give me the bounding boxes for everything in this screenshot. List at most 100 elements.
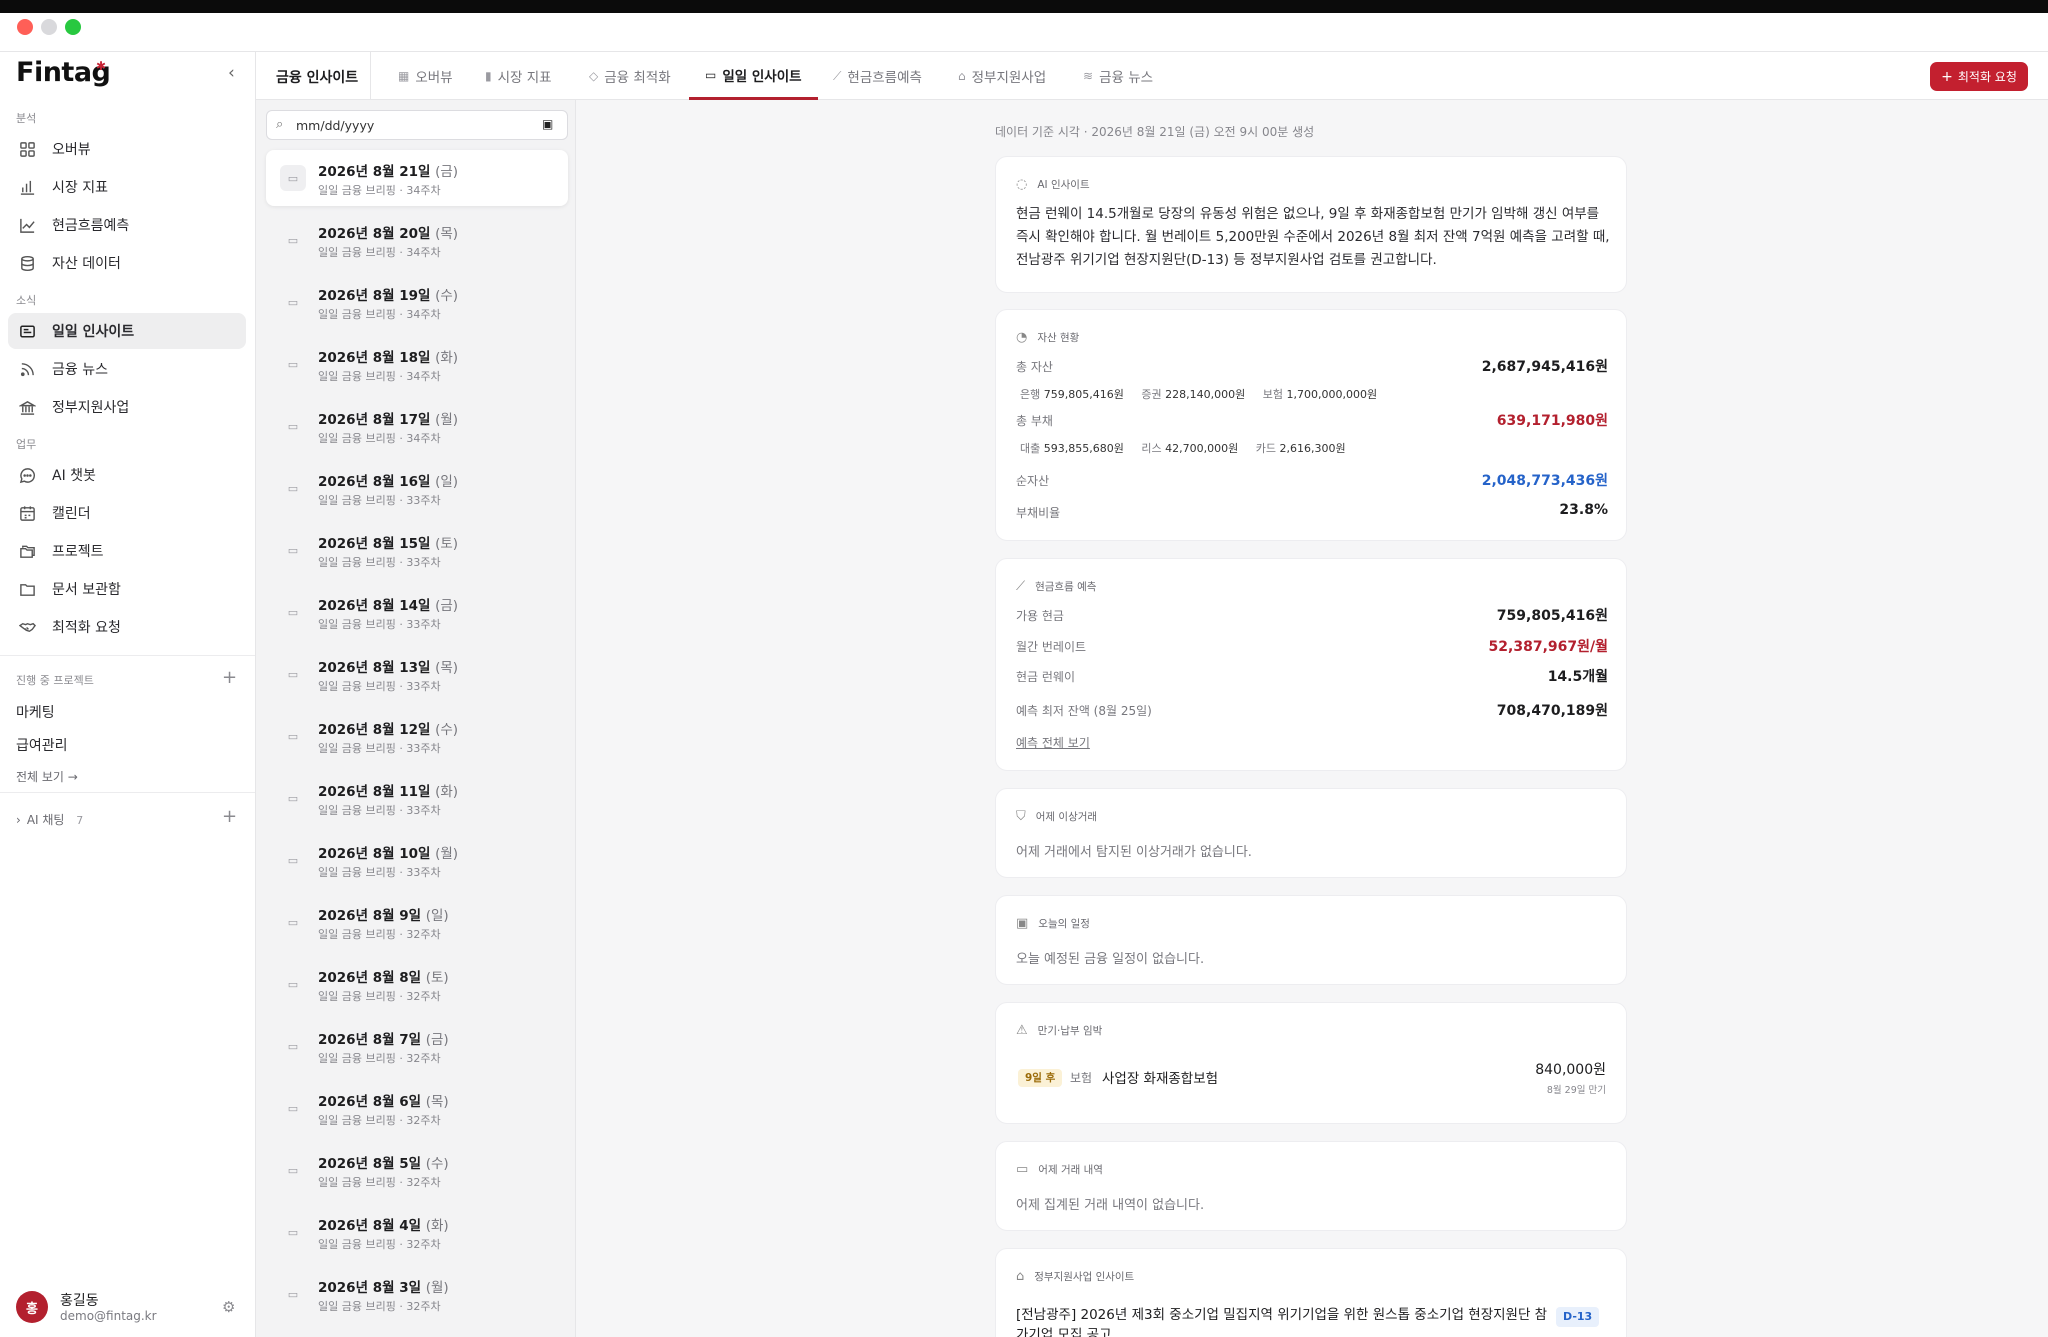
net-assets-row: 순자산 2,048,773,436원 [1016, 472, 1608, 492]
sidebar-item-market[interactable]: 시장 지표 [8, 169, 246, 205]
list-item[interactable]: ▭ 2026년 8월 17일 (월) 일일 금융 브리핑 · 34주차 [266, 398, 568, 454]
list-item[interactable]: ▭ 2026년 8월 19일 (수) 일일 금융 브리핑 · 34주차 [266, 274, 568, 330]
tab-cashflow[interactable]: ⟋ 현금흐름예측 [833, 52, 922, 100]
tab-separator [370, 52, 371, 99]
sidebar-item-ai-chatbot[interactable]: AI 챗봇 [8, 457, 246, 493]
newspaper-icon: ▭ [287, 357, 299, 371]
top-black-bar [0, 0, 2048, 13]
date-filter-input[interactable]: ⌕ mm/dd/yyyy ▣ [266, 110, 568, 140]
briefing-date: 2026년 8월 11일 (화) [318, 784, 459, 800]
list-item[interactable]: ▭ 2026년 8월 7일 (금) 일일 금융 브리핑 · 32주차 [266, 1018, 568, 1074]
tab-finance-news[interactable]: ≋ 금융 뉴스 [1083, 52, 1153, 100]
gov-program-title[interactable]: [전남광주] 2026년 제3회 중소기업 밀집지역 위기기업을 위한 원스톱 … [1016, 1305, 1556, 1337]
rss-icon: ≋ [1083, 69, 1094, 83]
due-type: 보험 [1070, 1071, 1093, 1085]
folder-icon [18, 580, 36, 598]
newspaper-icon: ▭ [280, 165, 306, 191]
sidebar-item-projects[interactable]: 프로젝트 [8, 533, 246, 569]
total-assets-value: 2,687,945,416원 [1481, 359, 1608, 375]
briefing-subtitle: 일일 금융 브리핑 · 34주차 [318, 370, 441, 383]
due-card: ⚠ 만기·납부 임박 9일 후 보험 사업장 화재종합보험 840,000원 8월… [995, 1002, 1627, 1124]
card-header: ⚠ 만기·납부 임박 [1016, 1023, 1103, 1038]
list-item[interactable]: ▭ 2026년 8월 11일 (화) 일일 금융 브리핑 · 33주차 [266, 770, 568, 826]
briefing-subtitle: 일일 금융 브리핑 · 32주차 [318, 1052, 441, 1065]
tab-optimization[interactable]: ◇ 금융 최적화 [589, 52, 671, 100]
briefing-list: ⌕ mm/dd/yyyy ▣ ▭ 2026년 8월 21일 (금) 일일 금융 브리… [256, 100, 576, 1337]
minimize-window-button[interactable] [41, 19, 57, 35]
list-item[interactable]: ▭ 2026년 8월 10일 (월) 일일 금융 브리핑 · 33주차 [266, 832, 568, 888]
list-item[interactable]: ▭ 2026년 8월 13일 (목) 일일 금융 브리핑 · 33주차 [266, 646, 568, 702]
sidebar-item-calendar[interactable]: 캘린더 [8, 495, 246, 531]
receipt-icon: ▭ [1016, 1162, 1029, 1177]
list-item[interactable]: ▭ 2026년 8월 6일 (목) 일일 금융 브리핑 · 32주차 [266, 1080, 568, 1136]
collapse-sidebar-icon[interactable]: ‹ [228, 63, 235, 83]
briefing-date: 2026년 8월 10일 (월) [318, 846, 459, 862]
optimization-request-button[interactable]: + 최적화 요청 [1930, 62, 2028, 91]
tab-overview[interactable]: ▦ 오버뷰 [398, 52, 453, 100]
tab-market[interactable]: ▮ 시장 지표 [485, 52, 552, 100]
sidebar-item-label: 시장 지표 [52, 180, 108, 196]
calendar-icon[interactable]: ▣ [542, 117, 553, 131]
list-item[interactable]: ▭ 2026년 8월 14일 (금) 일일 금융 브리핑 · 33주차 [266, 584, 568, 640]
briefing-date: 2026년 8월 8일 (토) [318, 970, 449, 986]
bank-icon [18, 398, 36, 416]
tab-daily-insight[interactable]: ▭ 일일 인사이트 [689, 52, 818, 100]
rss-icon [18, 360, 36, 378]
newspaper-icon: ▭ [287, 667, 299, 681]
sidebar-item-label: 정부지원사업 [52, 400, 130, 416]
list-item[interactable]: ▭ 2026년 8월 5일 (수) 일일 금융 브리핑 · 32주차 [266, 1142, 568, 1198]
bar-chart-icon [18, 178, 36, 196]
list-item[interactable]: ▭ 2026년 8월 16일 (일) 일일 금융 브리핑 · 33주차 [266, 460, 568, 516]
sidebar-item-overview[interactable]: 오버뷰 [8, 131, 246, 167]
sidebar-item-daily-insight[interactable]: 일일 인사이트 [8, 313, 246, 349]
bar-chart-icon: ▮ [485, 69, 492, 83]
zoom-window-button[interactable] [65, 19, 81, 35]
list-item[interactable]: ▭ 2026년 8월 15일 (토) 일일 금융 브리핑 · 33주차 [266, 522, 568, 578]
view-forecast-link[interactable]: 예측 전체 보기 [1016, 734, 1090, 751]
newspaper-icon: ▭ [287, 729, 299, 743]
lightbulb-icon: ◌ [1016, 177, 1028, 192]
see-all-projects-link[interactable]: 전체 보기 → [16, 768, 78, 785]
list-item[interactable]: ▭ 2026년 8월 12일 (수) 일일 금융 브리핑 · 33주차 [266, 708, 568, 764]
close-window-button[interactable] [17, 19, 33, 35]
user-profile[interactable]: 홍 홍길동 demo@fintag.kr ⚙ [0, 1282, 255, 1337]
card-header: ◌ AI 인사이트 [1016, 177, 1090, 192]
list-item[interactable]: ▭ 2026년 8월 21일 (금) 일일 금융 브리핑 · 34주차 [266, 150, 568, 206]
handshake-icon: ◇ [589, 69, 599, 83]
card-header: ◔ 자산 현황 [1016, 330, 1080, 345]
sidebar-item-gov-support[interactable]: 정부지원사업 [8, 389, 246, 425]
project-item-marketing[interactable]: 마케팅 [16, 702, 55, 722]
sidebar-item-label: 캘린더 [52, 506, 91, 522]
search-icon: ⌕ [276, 117, 284, 132]
add-project-icon[interactable]: + [222, 667, 237, 688]
sidebar-item-label: 자산 데이터 [52, 256, 121, 272]
ai-chat-toggle[interactable]: › AI 채팅 7 [16, 811, 83, 828]
newspaper-icon: ▭ [287, 977, 299, 991]
newspaper-icon: ▭ [287, 1287, 299, 1301]
list-item[interactable]: ▭ 2026년 8월 4일 (화) 일일 금융 브리핑 · 32주차 [266, 1204, 568, 1260]
due-item-name[interactable]: 사업장 화재종합보험 [1102, 1067, 1218, 1087]
list-item[interactable]: ▭ 2026년 8월 8일 (토) 일일 금융 브리핑 · 32주차 [266, 956, 568, 1012]
gear-icon[interactable]: ⚙ [222, 1298, 235, 1316]
sidebar-item-documents[interactable]: 문서 보관함 [8, 571, 246, 607]
list-item[interactable]: ▭ 2026년 8월 3일 (월) 일일 금융 브리핑 · 32주차 [266, 1266, 568, 1322]
project-item-payroll[interactable]: 급여관리 [16, 735, 68, 755]
sidebar-item-finance-news[interactable]: 금융 뉴스 [8, 351, 246, 387]
tab-gov-support[interactable]: ⌂ 정부지원사업 [958, 52, 1046, 100]
briefing-subtitle: 일일 금융 브리핑 · 32주차 [318, 1238, 441, 1251]
sidebar-item-asset-data[interactable]: 자산 데이터 [8, 245, 246, 281]
list-item[interactable]: ▭ 2026년 8월 20일 (목) 일일 금융 브리핑 · 34주차 [266, 212, 568, 268]
briefing-subtitle: 일일 금융 브리핑 · 33주차 [318, 866, 441, 879]
sidebar-item-optimization-request[interactable]: 최적화 요청 [8, 609, 246, 645]
sidebar-item-label: 금융 뉴스 [52, 362, 108, 378]
section-label-news: 소식 [16, 294, 37, 307]
gov-insight-card: ⌂ 정부지원사업 인사이트 [전남광주] 2026년 제3회 중소기업 밀집지역 … [995, 1248, 1627, 1337]
list-item[interactable]: ▭ 2026년 8월 18일 (화) 일일 금융 브리핑 · 34주차 [266, 336, 568, 392]
net-assets-value: 2,048,773,436원 [1481, 473, 1608, 489]
newspaper-icon: ▭ [287, 853, 299, 867]
sidebar-item-cashflow[interactable]: 현금흐름예측 [8, 207, 246, 243]
main-content: 데이터 기준 시각 · 2026년 8월 21일 (금) 오전 9시 00분 생… [577, 100, 2048, 1337]
list-item[interactable]: ▭ 2026년 8월 9일 (일) 일일 금융 브리핑 · 32주차 [266, 894, 568, 950]
add-ai-chat-icon[interactable]: + [222, 806, 237, 827]
tabs-bar: 금융 인사이트 ▦ 오버뷰 ▮ 시장 지표 ◇ 금융 최적화 ▭ 일일 인사이트 ⟋ 현금… [256, 52, 2048, 100]
